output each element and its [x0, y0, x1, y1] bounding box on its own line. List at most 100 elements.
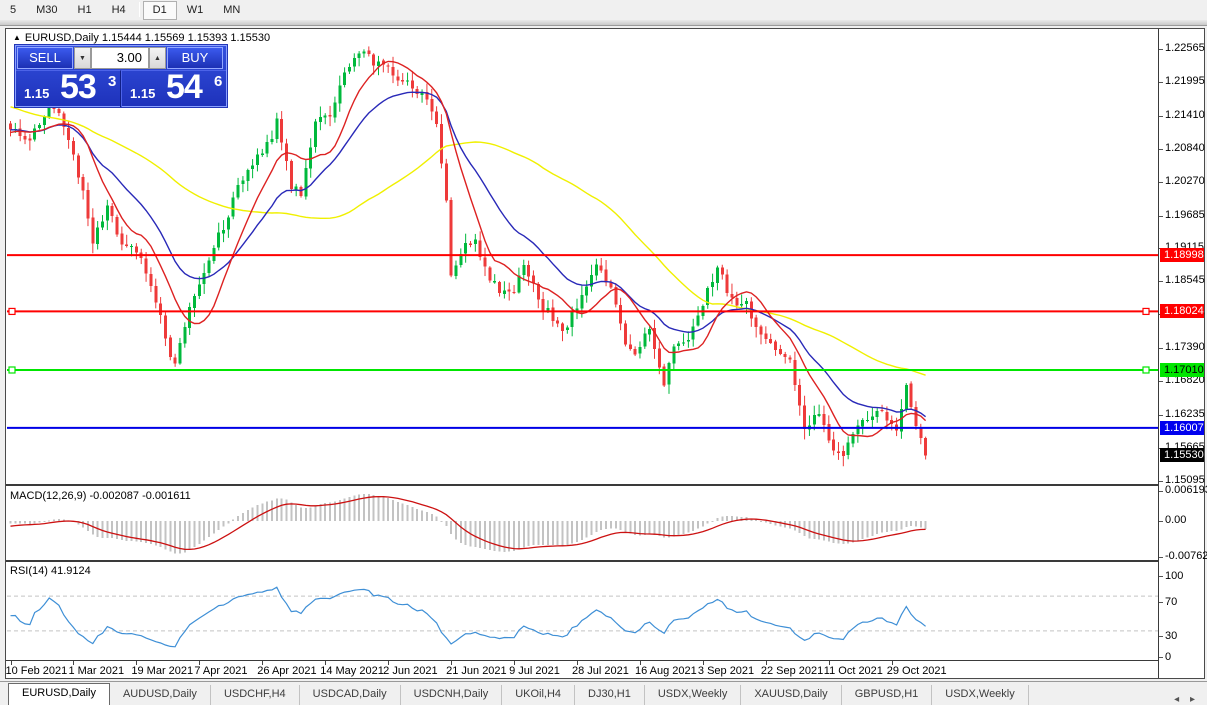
- candle-body: [910, 384, 913, 407]
- candle-body: [769, 339, 772, 343]
- candle-body: [38, 125, 41, 128]
- macd-histogram-bar: [460, 521, 462, 543]
- macd-histogram-bar: [440, 521, 442, 522]
- tab-usdchf-h4[interactable]: USDCHF,H4: [211, 685, 300, 705]
- candle-body: [227, 218, 230, 230]
- timeframe-button-5[interactable]: 5: [0, 1, 26, 20]
- candle-body: [67, 128, 70, 140]
- line-handle[interactable]: [9, 367, 15, 373]
- candle-body: [280, 119, 283, 143]
- macd-histogram-bar: [818, 521, 820, 540]
- tab-ukoil-h4[interactable]: UKOil,H4: [502, 685, 575, 705]
- candle-body: [353, 58, 356, 67]
- line-handle[interactable]: [1143, 367, 1149, 373]
- sell-button[interactable]: SELL: [17, 47, 73, 69]
- candle-body: [711, 282, 714, 287]
- volume-input[interactable]: 3.00: [91, 47, 149, 69]
- candle-body: [493, 281, 496, 282]
- macd-histogram-bar: [755, 520, 757, 521]
- candle-body: [24, 136, 27, 139]
- candle-body: [319, 117, 322, 122]
- candle-body: [246, 170, 249, 181]
- macd-histogram-bar: [29, 521, 31, 524]
- macd-histogram-bar: [368, 494, 370, 521]
- candle-body: [392, 67, 395, 75]
- date-axis-label: 26 Apr 2021: [257, 665, 316, 677]
- candle-body: [605, 270, 608, 283]
- macd-histogram-bar: [779, 521, 781, 527]
- tab-scroll-left-icon[interactable]: ◂: [1174, 694, 1179, 705]
- price-badge-1.18998: 1.18998: [1160, 248, 1204, 262]
- buy-price-big: 54: [166, 68, 202, 107]
- macd-histogram-bar: [600, 521, 602, 530]
- line-handle[interactable]: [9, 308, 15, 314]
- macd-histogram-bar: [184, 521, 186, 552]
- collapse-triangle-icon[interactable]: ▲: [13, 33, 21, 42]
- macd-signal-line: [11, 497, 926, 550]
- macd-histogram-bar: [315, 506, 317, 521]
- price-axis-label: 1.19685: [1165, 209, 1205, 221]
- tab-gbpusd-h1[interactable]: GBPUSD,H1: [842, 685, 933, 705]
- candle-body: [324, 116, 327, 118]
- timeframe-button-d1[interactable]: D1: [143, 1, 177, 20]
- macd-histogram-bar: [726, 516, 728, 521]
- moving-average-10[interactable]: [11, 61, 926, 436]
- tab-usdcad-daily[interactable]: USDCAD,Daily: [300, 685, 401, 705]
- timeframe-button-mn[interactable]: MN: [213, 1, 250, 20]
- candle-body: [551, 307, 554, 321]
- macd-label: MACD(12,26,9) -0.002087 -0.001611: [10, 490, 191, 502]
- candle-body: [871, 417, 874, 420]
- timeframe-button-h4[interactable]: H4: [102, 1, 136, 20]
- candle-body: [474, 239, 477, 244]
- candle-body: [837, 452, 840, 453]
- candle-body: [827, 424, 830, 440]
- date-axis-label: 16 Aug 2021: [635, 665, 697, 677]
- sell-price-big: 53: [60, 68, 96, 107]
- macd-axis-label: 0.006193: [1165, 484, 1207, 496]
- macd-histogram-bar: [193, 521, 195, 547]
- macd-histogram-bar: [285, 500, 287, 521]
- timeframe-button-m30[interactable]: M30: [26, 1, 67, 20]
- macd-histogram-bar: [271, 500, 273, 521]
- macd-histogram-bar: [649, 521, 651, 534]
- macd-histogram-bar: [615, 521, 617, 529]
- panel-separator[interactable]: [6, 484, 1204, 486]
- tab-usdcnh-daily[interactable]: USDCNH,Daily: [401, 685, 503, 705]
- macd-histogram-bar: [402, 504, 404, 521]
- timeframe-button-w1[interactable]: W1: [177, 1, 214, 20]
- tab-usdx-weekly[interactable]: USDX,Weekly: [645, 685, 741, 705]
- macd-histogram-bar: [629, 521, 631, 534]
- date-axis[interactable]: 10 Feb 20211 Mar 202119 Mar 20217 Apr 20…: [6, 661, 1158, 678]
- tab-audusd-daily[interactable]: AUDUSD,Daily: [110, 685, 211, 705]
- macd-histogram-bar: [716, 518, 718, 521]
- tab-usdx-weekly[interactable]: USDX,Weekly: [932, 685, 1028, 705]
- price-axis[interactable]: 1.225651.219951.214101.208401.202701.196…: [1158, 29, 1204, 678]
- candle-body: [300, 187, 303, 196]
- macd-histogram-bar: [411, 507, 413, 521]
- candle-body: [290, 161, 293, 189]
- candle-body: [716, 267, 719, 283]
- volume-down-button[interactable]: ▼: [74, 47, 91, 69]
- timeframe-button-h1[interactable]: H1: [68, 1, 102, 20]
- tab-scroll-right-icon[interactable]: ▸: [1190, 694, 1195, 705]
- tab-dj30-h1[interactable]: DJ30,H1: [575, 685, 645, 705]
- macd-histogram-bar: [24, 521, 26, 524]
- candle-body: [111, 206, 114, 216]
- rsi-axis-tick: [1159, 576, 1163, 577]
- volume-up-button[interactable]: ▲: [149, 47, 166, 69]
- candle-body: [503, 290, 506, 293]
- candle-body: [847, 443, 850, 456]
- tab-eurusd-daily[interactable]: EURUSD,Daily: [8, 683, 110, 705]
- buy-price-box[interactable]: 1.15 54 6: [121, 70, 226, 107]
- line-handle[interactable]: [1143, 308, 1149, 314]
- rsi-panel[interactable]: [7, 563, 1158, 660]
- sell-price-box[interactable]: 1.15 53 3: [16, 70, 121, 107]
- tab-xauusd-daily[interactable]: XAUUSD,Daily: [741, 685, 841, 705]
- macd-histogram-bar: [218, 521, 220, 530]
- panel-separator[interactable]: [6, 560, 1204, 562]
- buy-button[interactable]: BUY: [167, 47, 223, 69]
- panel-separator: [6, 660, 1204, 661]
- price-axis-tick: [1159, 216, 1163, 217]
- macd-histogram-bar: [833, 521, 835, 543]
- macd-histogram-bar: [431, 514, 433, 521]
